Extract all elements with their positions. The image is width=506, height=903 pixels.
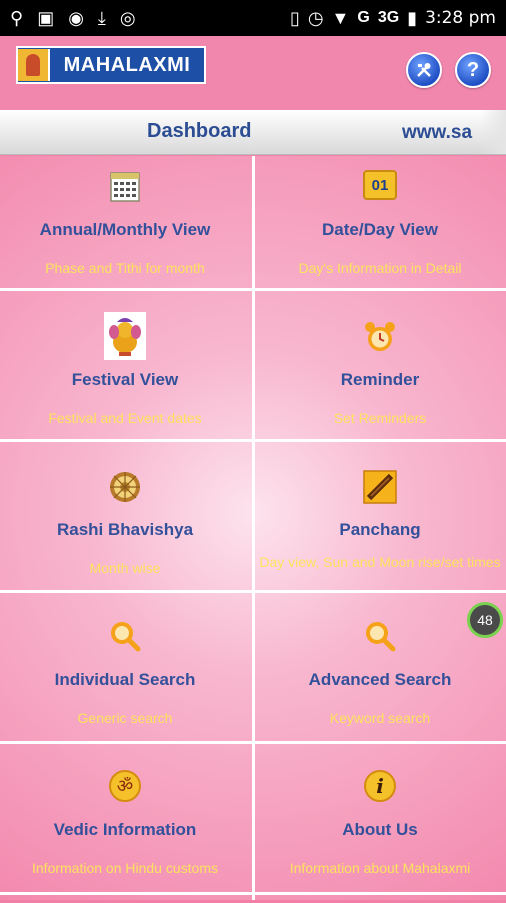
logo-text: MAHALAXMI: [63, 53, 191, 76]
download-icon: ⤓: [97, 7, 106, 28]
om-icon: ॐ: [109, 770, 141, 802]
tile-title: Rashi Bhavishya: [56, 520, 194, 539]
tile-festival-view[interactable]: Festival View Festival and Event dates: [0, 306, 250, 453]
tile-date-day-view[interactable]: 01 Date/Day View Day's Information in De…: [255, 156, 505, 303]
alarm-icon: ◷: [307, 7, 324, 28]
status-bar: ⚲ ▣ ◉ ⤓ ◎ ▯ ◷ ▼ G 3G ▮ 3:28 pm: [0, 0, 506, 36]
floating-counter-badge[interactable]: 48: [467, 602, 503, 638]
calendar-day-icon: 01: [363, 170, 397, 200]
tile-title: Reminder: [340, 370, 420, 389]
vibrate-icon: ▯: [289, 7, 300, 28]
network-type: G: [357, 9, 370, 26]
panchang-icon: [363, 470, 397, 504]
tile-title: Panchang: [339, 520, 421, 539]
calendar-grid-icon: [110, 172, 140, 202]
tile-subtitle: Festival and Event dates: [48, 410, 202, 426]
tile-advanced-search[interactable]: Advanced Search Keyword search: [255, 606, 505, 753]
dashboard-grid: Annual/Monthly View Phase and Tithi for …: [0, 156, 506, 900]
settings-button[interactable]: [406, 52, 442, 88]
search-icon: [366, 622, 396, 652]
grid-divider: [0, 741, 506, 744]
tile-subtitle: Information on Hindu customs: [32, 860, 218, 876]
help-button[interactable]: ?: [455, 52, 491, 88]
dashboard-toolbar: Dashboard www.sa: [0, 110, 506, 155]
tile-title: Festival View: [71, 370, 179, 389]
tile-individual-search[interactable]: Individual Search Generic search: [0, 606, 250, 753]
tile-subtitle: Keyword search: [329, 710, 431, 726]
grid-divider-vertical: [252, 156, 255, 900]
scrolling-url: www.sa: [402, 122, 473, 143]
info-icon: i: [364, 770, 396, 802]
toolbar-fade: [480, 110, 506, 154]
search-icon: [111, 622, 141, 652]
target-icon: ◎: [119, 7, 136, 28]
tile-title: Advanced Search: [308, 670, 452, 689]
tile-title: Date/Day View: [322, 220, 438, 239]
page-title: Dashboard: [147, 120, 252, 142]
grid-divider: [0, 590, 506, 593]
tile-title: Vedic Information: [53, 820, 197, 839]
app-bar: MAHALAXMI ?: [0, 36, 506, 110]
tile-subtitle: Day's Information in Detail: [298, 260, 462, 276]
ganesha-icon: [104, 312, 146, 360]
om-symbol: ॐ: [116, 776, 134, 797]
grid-divider: [0, 892, 506, 895]
battery-icon: ▮: [407, 7, 418, 28]
clock: 3:28 pm: [425, 8, 496, 28]
tile-title: About Us: [342, 820, 418, 839]
wifi-icon: ▼: [331, 7, 350, 28]
badge-count: 48: [477, 612, 493, 628]
tile-subtitle: Generic search: [77, 710, 173, 726]
goddess-icon: [18, 49, 50, 81]
tile-reminder[interactable]: Reminder Set Reminders: [255, 306, 505, 453]
tile-title: Individual Search: [54, 670, 196, 689]
alarm-clock-icon: [365, 322, 395, 351]
tools-icon: [417, 63, 431, 77]
tile-subtitle: Day view, Sun and Moon rise/set times: [259, 554, 501, 570]
zodiac-wheel-icon: [110, 472, 140, 502]
image-icon: ▣: [37, 7, 55, 28]
tile-annual-monthly-view[interactable]: Annual/Monthly View Phase and Tithi for …: [0, 156, 250, 303]
eye-icon: ◉: [68, 7, 84, 28]
info-symbol: i: [376, 774, 384, 798]
usb-icon: ⚲: [10, 7, 24, 28]
help-icon: ?: [466, 58, 480, 81]
tile-subtitle: Month wise: [89, 560, 161, 576]
tile-panchang[interactable]: Panchang Day view, Sun and Moon rise/set…: [255, 456, 505, 603]
status-right-icons: ▯ ◷ ▼ G 3G ▮ 3:28 pm: [290, 8, 496, 29]
tile-rashi-bhavishya[interactable]: Rashi Bhavishya Month wise: [0, 456, 250, 603]
grid-divider: [0, 439, 506, 442]
tile-subtitle: Set Reminders: [333, 410, 427, 426]
tile-about-us[interactable]: i About Us Information about Mahalaxmi: [255, 756, 505, 903]
tile-vedic-information[interactable]: ॐ Vedic Information Information on Hindu…: [0, 756, 250, 903]
mahalaxmi-logo: MAHALAXMI: [16, 46, 206, 84]
status-left-icons: ⚲ ▣ ◉ ⤓ ◎: [10, 8, 136, 29]
grid-divider: [0, 288, 506, 291]
network-type-2: 3G: [377, 9, 400, 26]
tile-subtitle: Information about Mahalaxmi: [289, 860, 471, 876]
tile-subtitle: Phase and Tithi for month: [45, 260, 205, 276]
tile-title: Annual/Monthly View: [39, 220, 211, 239]
calendar-day-number: 01: [371, 176, 389, 194]
